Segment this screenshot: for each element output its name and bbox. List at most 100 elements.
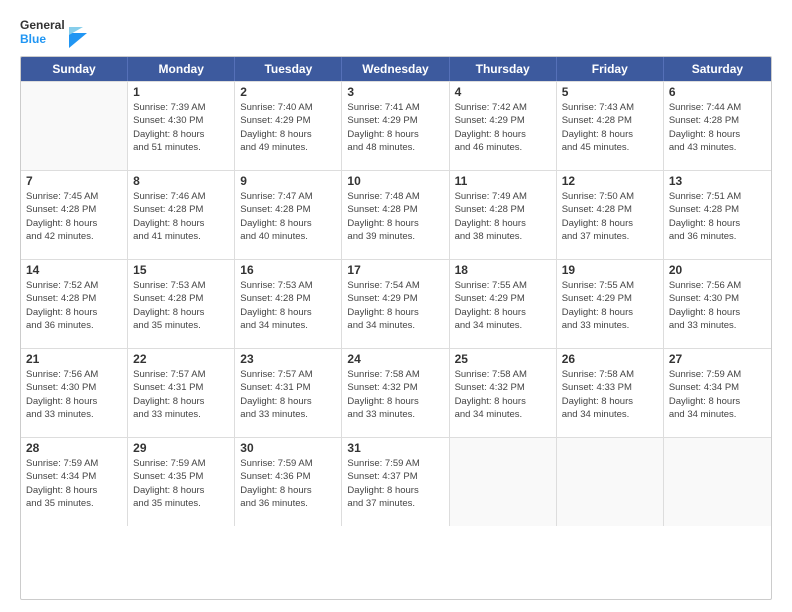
calendar-cell (450, 438, 557, 526)
day-number: 6 (669, 85, 766, 99)
calendar-cell: 1 Sunrise: 7:39 AMSunset: 4:30 PMDaylight… (128, 82, 235, 170)
day-number: 4 (455, 85, 551, 99)
calendar-cell: 18Sunrise: 7:55 AMSunset: 4:29 PMDayligh… (450, 260, 557, 348)
calendar-body: 1 Sunrise: 7:39 AMSunset: 4:30 PMDaylight… (21, 81, 771, 526)
cell-info: Sunrise: 7:46 AMSunset: 4:28 PMDaylight:… (133, 190, 229, 243)
cell-info: Sunrise: 7:58 AMSunset: 4:33 PMDaylight:… (562, 368, 658, 421)
cell-info: Sunrise: 7:48 AMSunset: 4:28 PMDaylight:… (347, 190, 443, 243)
cell-info: Sunrise: 7:44 AMSunset: 4:28 PMDaylight:… (669, 101, 766, 154)
cell-info: Sunrise: 7:57 AMSunset: 4:31 PMDaylight:… (133, 368, 229, 421)
cell-info: Sunrise: 7:57 AMSunset: 4:31 PMDaylight:… (240, 368, 336, 421)
cell-info: Sunrise: 7:47 AMSunset: 4:28 PMDaylight:… (240, 190, 336, 243)
calendar-day-header: Wednesday (342, 57, 449, 81)
cell-info: Sunrise: 7:56 AMSunset: 4:30 PMDaylight:… (26, 368, 122, 421)
calendar-week-row: 14 Sunrise: 7:52 AMSunset: 4:28 PMDayligh… (21, 259, 771, 348)
cell-info: Sunrise: 7:58 AMSunset: 4:32 PMDaylight:… (455, 368, 551, 421)
calendar-week-row: 21 Sunrise: 7:56 AMSunset: 4:30 PMDayligh… (21, 348, 771, 437)
day-number: 14 (26, 263, 122, 277)
calendar-cell: 26 Sunrise: 7:58 AMSunset: 4:33 PMDayligh… (557, 349, 664, 437)
page: General Blue SundayMondayTuesdayWednesda… (0, 0, 792, 612)
calendar-cell (557, 438, 664, 526)
cell-info: Sunrise: 7:50 AMSunset: 4:28 PMDaylight:… (562, 190, 658, 243)
day-number: 11 (455, 174, 551, 188)
cell-info: Sunrise: 7:56 AMSunset: 4:30 PMDaylight:… (669, 279, 766, 332)
calendar-cell: 13 Sunrise: 7:51 AMSunset: 4:28 PMDayligh… (664, 171, 771, 259)
calendar-cell: 12 Sunrise: 7:50 AMSunset: 4:28 PMDayligh… (557, 171, 664, 259)
calendar-cell: 3Sunrise: 7:41 AMSunset: 4:29 PMDaylight… (342, 82, 449, 170)
cell-info: Sunrise: 7:55 AMSunset: 4:29 PMDaylight:… (562, 279, 658, 332)
cell-info: Sunrise: 7:49 AMSunset: 4:28 PMDaylight:… (455, 190, 551, 243)
calendar: SundayMondayTuesdayWednesdayThursdayFrid… (20, 56, 772, 600)
calendar-cell: 31 Sunrise: 7:59 AMSunset: 4:37 PMDayligh… (342, 438, 449, 526)
cell-info: Sunrise: 7:39 AMSunset: 4:30 PMDaylight:… (133, 101, 229, 154)
calendar-day-header: Saturday (664, 57, 771, 81)
cell-info: Sunrise: 7:52 AMSunset: 4:28 PMDaylight:… (26, 279, 122, 332)
cell-info: Sunrise: 7:42 AMSunset: 4:29 PMDaylight:… (455, 101, 551, 154)
day-number: 5 (562, 85, 658, 99)
calendar-cell: 14 Sunrise: 7:52 AMSunset: 4:28 PMDayligh… (21, 260, 128, 348)
calendar-cell: 24 Sunrise: 7:58 AMSunset: 4:32 PMDayligh… (342, 349, 449, 437)
calendar-cell: 20Sunrise: 7:56 AMSunset: 4:30 PMDayligh… (664, 260, 771, 348)
day-number: 23 (240, 352, 336, 366)
calendar-day-header: Monday (128, 57, 235, 81)
calendar-cell: 25 Sunrise: 7:58 AMSunset: 4:32 PMDayligh… (450, 349, 557, 437)
cell-info: Sunrise: 7:40 AMSunset: 4:29 PMDaylight:… (240, 101, 336, 154)
cell-info: Sunrise: 7:53 AMSunset: 4:28 PMDaylight:… (240, 279, 336, 332)
calendar-header: SundayMondayTuesdayWednesdayThursdayFrid… (21, 57, 771, 81)
day-number: 19 (562, 263, 658, 277)
calendar-cell: 5 Sunrise: 7:43 AMSunset: 4:28 PMDaylight… (557, 82, 664, 170)
calendar-day-header: Thursday (450, 57, 557, 81)
day-number: 2 (240, 85, 336, 99)
cell-info: Sunrise: 7:59 AMSunset: 4:35 PMDaylight:… (133, 457, 229, 510)
calendar-cell: 9 Sunrise: 7:47 AMSunset: 4:28 PMDaylight… (235, 171, 342, 259)
cell-info: Sunrise: 7:51 AMSunset: 4:28 PMDaylight:… (669, 190, 766, 243)
calendar-cell: 7 Sunrise: 7:45 AMSunset: 4:28 PMDaylight… (21, 171, 128, 259)
cell-info: Sunrise: 7:55 AMSunset: 4:29 PMDaylight:… (455, 279, 551, 332)
calendar-cell: 30 Sunrise: 7:59 AMSunset: 4:36 PMDayligh… (235, 438, 342, 526)
calendar-cell: 6 Sunrise: 7:44 AMSunset: 4:28 PMDaylight… (664, 82, 771, 170)
day-number: 1 (133, 85, 229, 99)
day-number: 26 (562, 352, 658, 366)
day-number: 21 (26, 352, 122, 366)
cell-info: Sunrise: 7:58 AMSunset: 4:32 PMDaylight:… (347, 368, 443, 421)
calendar-day-header: Tuesday (235, 57, 342, 81)
calendar-week-row: 1 Sunrise: 7:39 AMSunset: 4:30 PMDaylight… (21, 81, 771, 170)
calendar-cell (21, 82, 128, 170)
day-number: 24 (347, 352, 443, 366)
day-number: 7 (26, 174, 122, 188)
cell-info: Sunrise: 7:54 AMSunset: 4:29 PMDaylight:… (347, 279, 443, 332)
calendar-cell: 23 Sunrise: 7:57 AMSunset: 4:31 PMDayligh… (235, 349, 342, 437)
cell-info: Sunrise: 7:43 AMSunset: 4:28 PMDaylight:… (562, 101, 658, 154)
day-number: 31 (347, 441, 443, 455)
calendar-cell: 29 Sunrise: 7:59 AMSunset: 4:35 PMDayligh… (128, 438, 235, 526)
logo: General Blue (20, 18, 87, 48)
cell-info: Sunrise: 7:59 AMSunset: 4:34 PMDaylight:… (669, 368, 766, 421)
cell-info: Sunrise: 7:59 AMSunset: 4:36 PMDaylight:… (240, 457, 336, 510)
calendar-cell (664, 438, 771, 526)
day-number: 16 (240, 263, 336, 277)
day-number: 3 (347, 85, 443, 99)
calendar-cell: 19 Sunrise: 7:55 AMSunset: 4:29 PMDayligh… (557, 260, 664, 348)
cell-info: Sunrise: 7:59 AMSunset: 4:34 PMDaylight:… (26, 457, 122, 510)
cell-info: Sunrise: 7:45 AMSunset: 4:28 PMDaylight:… (26, 190, 122, 243)
calendar-cell: 22Sunrise: 7:57 AMSunset: 4:31 PMDayligh… (128, 349, 235, 437)
day-number: 17 (347, 263, 443, 277)
calendar-cell: 16 Sunrise: 7:53 AMSunset: 4:28 PMDayligh… (235, 260, 342, 348)
day-number: 28 (26, 441, 122, 455)
calendar-day-header: Friday (557, 57, 664, 81)
logo-triangle-icon (69, 18, 87, 48)
day-number: 13 (669, 174, 766, 188)
day-number: 15 (133, 263, 229, 277)
calendar-cell: 17 Sunrise: 7:54 AMSunset: 4:29 PMDayligh… (342, 260, 449, 348)
header: General Blue (20, 18, 772, 48)
day-number: 30 (240, 441, 336, 455)
calendar-week-row: 7 Sunrise: 7:45 AMSunset: 4:28 PMDaylight… (21, 170, 771, 259)
cell-info: Sunrise: 7:59 AMSunset: 4:37 PMDaylight:… (347, 457, 443, 510)
calendar-cell: 2 Sunrise: 7:40 AMSunset: 4:29 PMDaylight… (235, 82, 342, 170)
day-number: 25 (455, 352, 551, 366)
calendar-cell: 21 Sunrise: 7:56 AMSunset: 4:30 PMDayligh… (21, 349, 128, 437)
day-number: 12 (562, 174, 658, 188)
calendar-day-header: Sunday (21, 57, 128, 81)
day-number: 9 (240, 174, 336, 188)
day-number: 29 (133, 441, 229, 455)
